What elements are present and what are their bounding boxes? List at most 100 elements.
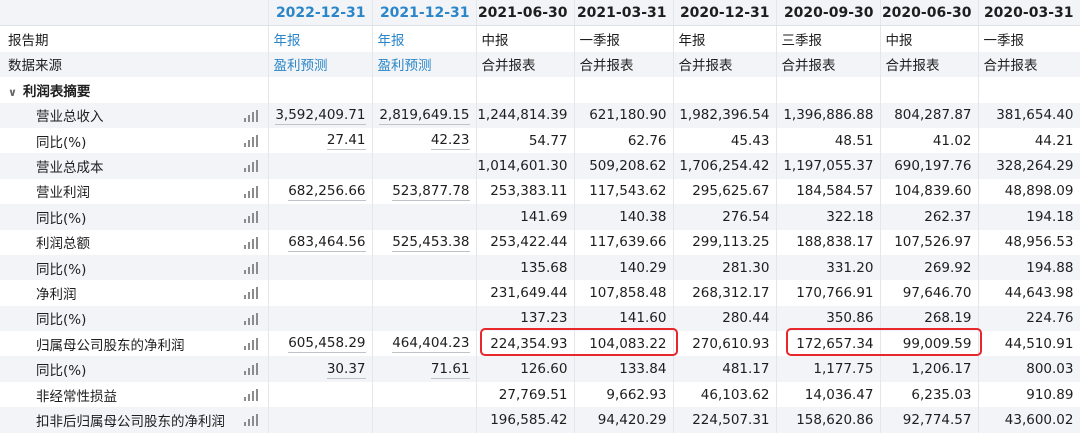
value-text: 104,083.22: [589, 335, 667, 352]
bar-chart-icon[interactable]: [243, 414, 258, 427]
data-source-cell[interactable]: 盈利预测: [372, 51, 477, 78]
value-text: 350.86: [826, 310, 874, 327]
value-cell: 44,643.98: [978, 280, 1080, 306]
bar-chart-icon[interactable]: [243, 312, 258, 325]
value-cell: 46,103.62: [673, 381, 777, 408]
value-text: 295,625.67: [692, 183, 770, 200]
value-cell: 910.89: [978, 381, 1080, 408]
report-period-cell: 中报: [880, 25, 979, 52]
date-column-header[interactable]: 2021-03-31: [574, 0, 674, 27]
value-cell: 62.76: [574, 127, 674, 154]
value-cell: 99,009.59: [880, 331, 979, 357]
date-column-header[interactable]: 2022-12-31: [268, 0, 373, 27]
value-text: 910.89: [1026, 386, 1074, 403]
value-cell: 1,706,254.42: [673, 153, 777, 179]
row-label: 营业利润: [0, 178, 269, 205]
value-cell: 350.86: [776, 305, 881, 332]
value-cell: 158,620.86: [776, 407, 881, 433]
bar-chart-icon[interactable]: [243, 338, 258, 351]
bar-chart-icon[interactable]: [243, 363, 258, 376]
bar-chart-icon[interactable]: [243, 134, 258, 147]
value-text: 30.37: [326, 360, 366, 379]
value-text: 299,113.25: [692, 234, 770, 251]
value-text: 170,766.91: [796, 284, 874, 301]
row-label-text: 同比(%): [36, 312, 87, 329]
value-cell: 509,208.62: [574, 153, 674, 179]
date-column-header[interactable]: 2021-12-31: [372, 0, 477, 27]
value-cell: 804,287.87: [880, 102, 979, 128]
value-cell: [268, 254, 373, 281]
table-row: 利润总额 683,464.56 525,453.38 253,422.44 117,63…: [0, 229, 1080, 255]
value-cell: 2,819,649.15: [372, 102, 477, 128]
date-column-header[interactable]: 2020-12-31: [673, 0, 777, 27]
chevron-down-icon[interactable]: ∨: [8, 86, 17, 99]
value-text: 523,877.78: [392, 182, 470, 201]
bar-chart-icon[interactable]: [243, 236, 258, 249]
value-text: 269.92: [924, 259, 972, 276]
value-cell: 1,197,055.37: [776, 153, 881, 179]
value-cell: 281.30: [673, 254, 777, 281]
value-text: 117,639.66: [589, 234, 667, 251]
value-cell: 381,654.40: [978, 102, 1080, 128]
value-text: 262.37: [924, 208, 972, 225]
value-text: 381,654.40: [996, 107, 1074, 124]
bar-chart-icon[interactable]: [243, 261, 258, 274]
value-text: 800.03: [1026, 361, 1074, 378]
date-column-header[interactable]: 2020-06-30: [880, 0, 979, 27]
section-header-row[interactable]: ∨ 利润表摘要: [0, 77, 1080, 103]
value-cell: 107,858.48: [574, 280, 674, 306]
value-cell: 194.18: [978, 204, 1080, 230]
date-column-header[interactable]: 2020-09-30: [776, 0, 881, 27]
value-cell: [268, 153, 373, 179]
value-cell: 184,584.57: [776, 178, 881, 205]
header-corner: [0, 0, 269, 27]
value-cell: 41.02: [880, 127, 979, 154]
date-header-row: 2022-12-31 2021-12-31 2021-06-30 2021-03…: [0, 0, 1080, 27]
value-cell: 44,510.91: [978, 331, 1080, 357]
report-period-cell: 年报: [372, 25, 477, 52]
value-cell: 117,639.66: [574, 229, 674, 255]
value-cell: 48.51: [776, 127, 881, 154]
value-cell: 268.19: [880, 305, 979, 332]
value-cell: 605,458.29: [268, 331, 373, 357]
value-cell: 683,464.56: [268, 229, 373, 255]
value-text: 41.02: [932, 132, 972, 149]
value-cell: 104,083.22: [574, 331, 674, 357]
value-cell: 280.44: [673, 305, 777, 332]
value-text: 99,009.59: [902, 335, 972, 352]
row-label: 报告期: [0, 25, 269, 52]
value-text: 605,458.29: [288, 335, 366, 354]
value-cell: 276.54: [673, 204, 777, 230]
bar-chart-icon[interactable]: [243, 388, 258, 401]
table-row: 同比(%) 137.23 141.60 280.44 350.86 268.19 224.7…: [0, 305, 1080, 332]
value-text: 280.44: [722, 310, 770, 327]
row-label: 同比(%): [0, 356, 269, 382]
bar-chart-icon[interactable]: [243, 185, 258, 198]
value-text: 464,404.23: [392, 335, 470, 354]
date-column-header[interactable]: 2021-06-30: [476, 0, 575, 27]
value-cell: [372, 254, 477, 281]
bar-chart-icon[interactable]: [243, 109, 258, 122]
row-label-text: 非经常性损益: [36, 388, 117, 405]
value-cell: 194.88: [978, 254, 1080, 281]
bar-chart-icon[interactable]: [243, 160, 258, 173]
value-text: 194.18: [1026, 208, 1074, 225]
section-toggle[interactable]: ∨ 利润表摘要: [0, 77, 269, 103]
value-cell: 126.60: [476, 356, 575, 382]
report-period-cell: 年报: [673, 25, 777, 52]
bar-chart-icon[interactable]: [243, 287, 258, 300]
data-source-cell[interactable]: 盈利预测: [268, 51, 373, 78]
table-row: 归属母公司股东的净利润 605,458.29 464,404.23 224,354.9…: [0, 331, 1080, 357]
value-text: 107,526.97: [894, 234, 972, 251]
date-column-header[interactable]: 2020-03-31: [978, 0, 1080, 27]
row-label-text: 同比(%): [36, 261, 87, 278]
value-cell: 1,982,396.54: [673, 102, 777, 128]
bar-chart-icon[interactable]: [243, 211, 258, 224]
value-text: 1,197,055.37: [783, 158, 874, 175]
value-cell: 27,769.51: [476, 381, 575, 408]
value-text: 42.23: [430, 132, 470, 151]
value-cell: 253,422.44: [476, 229, 575, 255]
value-text: 804,287.87: [894, 107, 972, 124]
value-text: 9,662.93: [606, 386, 667, 403]
value-text: 268,312.17: [692, 284, 770, 301]
